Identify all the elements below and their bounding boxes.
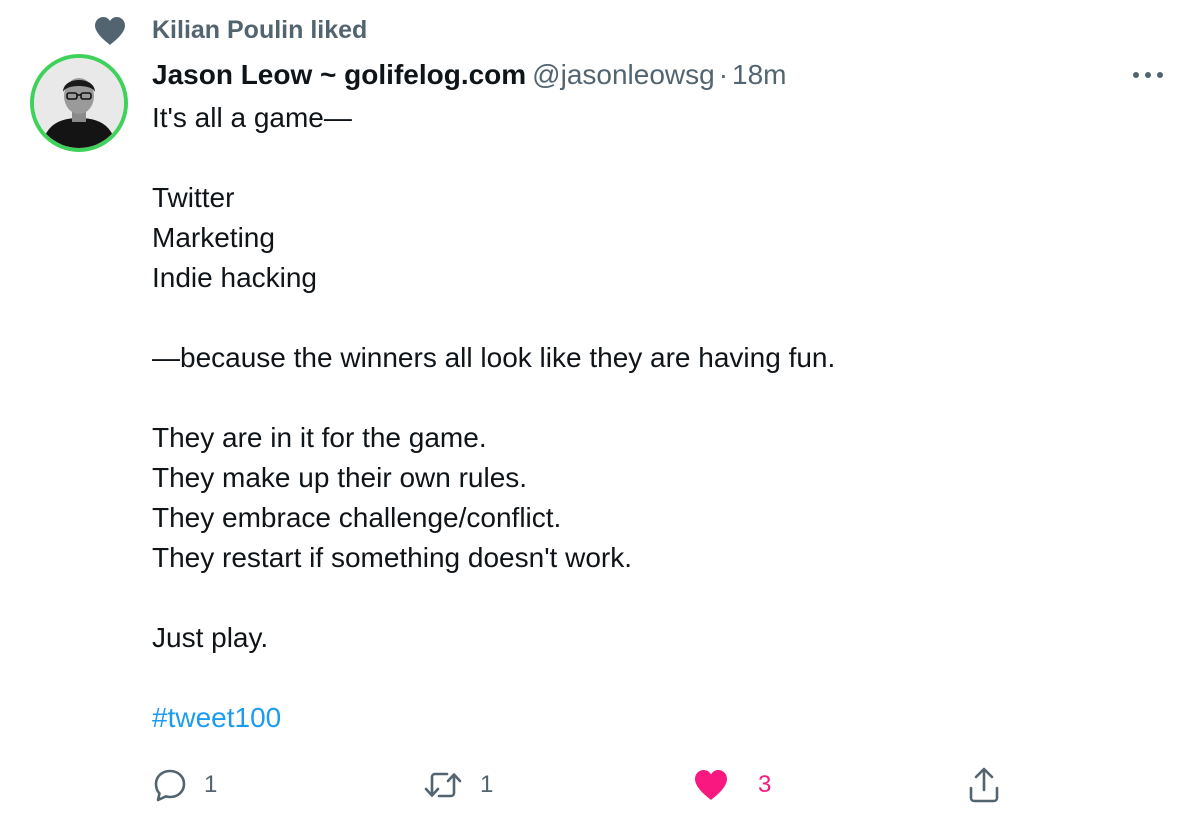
author-display-name[interactable]: Jason Leow ~ golifelog.com xyxy=(152,59,526,90)
social-context-text[interactable]: Kilian Poulin liked xyxy=(152,14,367,46)
tweet-header: Jason Leow ~ golifelog.com @jasonleowsg · 1… xyxy=(152,56,787,96)
action-bar: 1 1 3 xyxy=(0,762,1200,812)
reply-count: 1 xyxy=(204,771,218,798)
heart-icon xyxy=(94,16,126,46)
tweet[interactable]: Kilian Poulin liked Jason Leow ~ golifel… xyxy=(0,0,1200,829)
social-context: Kilian Poulin liked xyxy=(0,0,1200,60)
share-button[interactable] xyxy=(966,762,1002,808)
like-count: 3 xyxy=(758,771,772,798)
more-icon[interactable] xyxy=(1130,62,1166,88)
hashtag-link[interactable]: #tweet100 xyxy=(152,702,281,733)
tweet-text: It's all a game— Twitter Marketing Indie… xyxy=(152,98,1152,738)
reply-button[interactable]: 1 xyxy=(152,762,217,808)
retweet-count: 1 xyxy=(480,771,494,798)
tweet-line: Marketing xyxy=(152,222,275,253)
tweet-line: They restart if something doesn't work. xyxy=(152,542,632,573)
separator-dot: · xyxy=(718,59,729,90)
avatar[interactable] xyxy=(30,54,128,152)
tweet-line: They are in it for the game. xyxy=(152,422,487,453)
tweet-timestamp[interactable]: 18m xyxy=(732,59,786,90)
tweet-line: Just play. xyxy=(152,622,269,653)
tweet-line: Twitter xyxy=(152,182,235,213)
share-icon xyxy=(966,766,1002,804)
heart-filled-icon xyxy=(694,769,728,801)
like-button[interactable]: 3 xyxy=(694,762,771,808)
retweet-button[interactable]: 1 xyxy=(422,762,493,808)
tweet-line: They embrace challenge/conflict. xyxy=(152,502,562,533)
tweet-line: It's all a game— xyxy=(152,102,352,133)
tweet-line: Indie hacking xyxy=(152,262,318,293)
author-handle[interactable]: @jasonleowsg xyxy=(532,59,715,90)
tweet-line: They make up their own rules. xyxy=(152,462,528,493)
reply-icon xyxy=(152,767,188,803)
tweet-line: —because the winners all look like they … xyxy=(152,342,836,373)
retweet-icon xyxy=(422,767,464,803)
